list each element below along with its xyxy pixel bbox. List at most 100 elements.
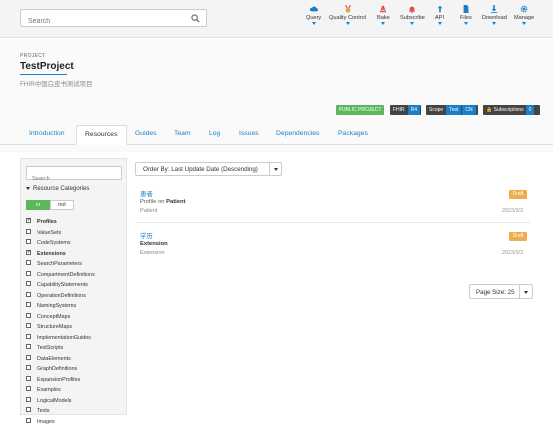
result-description-prefix: Profile on — [140, 199, 165, 205]
tab-introduction[interactable]: Introduction — [29, 130, 65, 137]
nav-manage-label: Manage — [514, 15, 534, 21]
category-item[interactable]: LogicalModels — [26, 396, 126, 407]
nav-api-label: API — [435, 15, 444, 21]
search-input[interactable] — [21, 14, 186, 30]
nav-query[interactable]: Query — [306, 5, 321, 25]
toggle-not-button[interactable]: not — [50, 200, 74, 210]
result-name[interactable]: 患者 — [140, 189, 153, 198]
category-label: Examples — [37, 387, 61, 393]
category-item[interactable]: CodeSystems — [26, 238, 126, 249]
checkbox[interactable] — [26, 365, 31, 370]
category-item[interactable]: Images — [26, 417, 126, 427]
category-item[interactable]: StructureMaps — [26, 322, 126, 333]
search-box[interactable] — [20, 9, 207, 27]
nav-files[interactable]: Files — [460, 5, 472, 25]
category-item[interactable]: SearchParameters — [26, 259, 126, 270]
scope-label: Scope — [426, 105, 446, 115]
bell-icon — [408, 5, 416, 13]
category-label: Profiles — [37, 219, 57, 225]
category-item[interactable]: GraphDefinitions — [26, 364, 126, 375]
category-item[interactable]: ✓ Profiles — [26, 217, 126, 228]
checkbox[interactable] — [26, 260, 31, 265]
chevron-down-icon — [522, 22, 526, 25]
nav-download[interactable]: Download — [482, 5, 507, 25]
checkbox[interactable] — [26, 292, 31, 297]
checkbox[interactable] — [26, 355, 31, 360]
dropdown-divider — [269, 163, 270, 175]
category-item[interactable]: ConceptMaps — [26, 312, 126, 323]
category-label: GraphDefinitions — [37, 366, 77, 372]
page-size-dropdown[interactable]: Page Size: 25 — [469, 284, 533, 299]
tab-team[interactable]: Team — [174, 130, 191, 137]
title-underline — [20, 74, 67, 75]
tab-bar: Introduction Resources Guides Team Log I… — [0, 125, 553, 145]
category-item[interactable]: CapabilityStatements — [26, 280, 126, 291]
checkbox[interactable]: ✓ — [26, 250, 31, 255]
checkbox[interactable] — [26, 239, 31, 244]
category-item[interactable]: Examples — [26, 385, 126, 396]
subscriptions-count: 0 — [526, 105, 535, 115]
subscriptions-badge[interactable]: 🔒 Subscriptions0 — [483, 105, 540, 115]
category-item[interactable]: NamingSystems — [26, 301, 126, 312]
result-base-link[interactable]: Extension — [140, 241, 168, 247]
tab-resources[interactable]: Resources — [76, 125, 127, 145]
sidebar-search-input[interactable] — [27, 173, 117, 185]
caret-down-icon — [26, 187, 30, 190]
result-name[interactable]: 学历 — [140, 231, 153, 240]
tab-dependencies[interactable]: Dependencies — [276, 130, 319, 137]
sidebar-search[interactable] — [26, 166, 122, 180]
category-item[interactable]: DataElements — [26, 354, 126, 365]
project-title[interactable]: TestProject — [20, 61, 74, 72]
chevron-down-icon[interactable] — [274, 168, 278, 171]
checkbox[interactable] — [26, 344, 31, 349]
dropdown-divider — [519, 285, 520, 298]
nav-api[interactable]: API — [435, 5, 444, 25]
tab-issues[interactable]: Issues — [239, 130, 259, 137]
nav-quality-control[interactable]: Quality Control — [329, 5, 366, 25]
result-base-link[interactable]: Patient — [166, 199, 185, 205]
checkbox[interactable] — [26, 281, 31, 286]
category-label: ConceptMaps — [37, 314, 70, 320]
result-description: Profile on Patient — [140, 199, 185, 205]
fhir-label: FHIR — [390, 105, 408, 115]
category-item[interactable]: OperationDefinitions — [26, 291, 126, 302]
result-divider — [135, 222, 530, 223]
category-item[interactable]: ImplementationGuides — [26, 333, 126, 344]
tab-packages[interactable]: Packages — [338, 130, 368, 137]
checkbox[interactable] — [26, 313, 31, 318]
result-type: Extension — [140, 250, 165, 256]
category-label: DataElements — [37, 356, 71, 362]
chevron-down-icon[interactable] — [524, 291, 528, 294]
tab-guides[interactable]: Guides — [135, 130, 157, 137]
tab-log[interactable]: Log — [209, 130, 220, 137]
status-badge: Draft — [509, 232, 527, 241]
category-label: SearchParameters — [37, 261, 82, 267]
category-item[interactable]: ✓Extensions — [26, 249, 126, 260]
checkbox[interactable] — [26, 229, 31, 234]
nav-bake[interactable]: Bake — [377, 5, 390, 25]
checkbox[interactable] — [26, 334, 31, 339]
checkbox[interactable] — [26, 376, 31, 381]
category-item[interactable]: TestScripts — [26, 343, 126, 354]
toggle-or-button[interactable]: or — [26, 200, 50, 210]
checkbox[interactable] — [26, 302, 31, 307]
scope-badge: ScopeTestCN — [426, 105, 478, 115]
nav-subscribe[interactable]: Subscribe — [400, 5, 425, 25]
search-icon[interactable] — [191, 14, 200, 23]
checkbox[interactable] — [26, 386, 31, 391]
checkbox[interactable]: ✓ — [26, 218, 31, 223]
category-item[interactable]: ExpansionProfiles — [26, 375, 126, 386]
category-list: ✓ Profiles ValueSetsCodeSystems✓Extensions… — [26, 217, 126, 427]
checkbox[interactable] — [26, 418, 31, 423]
category-item[interactable]: ValueSets — [26, 228, 126, 239]
checkbox[interactable] — [26, 323, 31, 328]
checkbox[interactable] — [26, 271, 31, 276]
checkbox[interactable] — [26, 407, 31, 412]
chevron-down-icon — [464, 22, 468, 25]
resource-categories-header[interactable]: Resource Categories — [26, 186, 89, 192]
nav-manage[interactable]: Manage — [514, 5, 534, 25]
chef-icon — [379, 5, 387, 13]
category-item[interactable]: CompartmentDefinitions — [26, 270, 126, 281]
checkbox[interactable] — [26, 397, 31, 402]
order-by-dropdown[interactable]: Order By: Last Update Date (Descending) — [135, 162, 282, 176]
